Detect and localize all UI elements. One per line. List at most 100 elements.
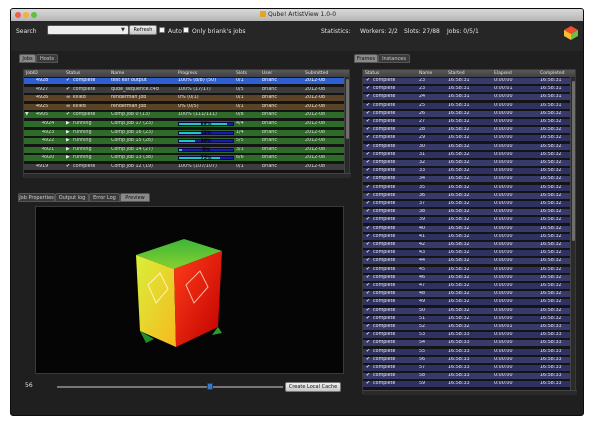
- frame-row[interactable]: ✔ complete 47 16:58:32 0:00:00 16:58:32: [363, 283, 570, 289]
- frame-row[interactable]: ✔ complete 53 16:58:33 0:00:00 16:58:33: [363, 332, 570, 339]
- frame-row[interactable]: ✔ complete 55 16:58:33 0:00:00 16:58:33: [363, 348, 570, 355]
- tab-job-properties[interactable]: Job Properties: [18, 193, 55, 202]
- col-frame-status[interactable]: Status: [365, 71, 379, 76]
- job-table-row[interactable]: 4927 ✔ complete qube_sequence.c4d 100% (17/1…: [24, 86, 344, 93]
- frame-row[interactable]: ✔ complete 50 16:58:32 0:00:00 16:58:32: [363, 307, 570, 314]
- frame-completed: 16:58:32: [540, 258, 562, 264]
- frame-row[interactable]: ✔ complete 35 16:58:32 0:00:00 16:58:32: [363, 184, 570, 191]
- tab-hosts[interactable]: Hosts: [36, 54, 58, 63]
- job-table-row[interactable]: 4923 ▶ running Comp Job 16 (23) 43% 1/4 brianc…: [24, 129, 344, 136]
- frame-row[interactable]: ✔ complete 32 16:58:32 0:00:00 16:58:32: [363, 160, 570, 166]
- frame-row[interactable]: ✔ complete 28 16:58:32 0:00:00 16:58:32: [363, 127, 570, 134]
- frame-row[interactable]: ✔ complete 48 16:58:32 0:00:00 16:58:32: [363, 291, 570, 298]
- col-progress[interactable]: Progress: [178, 71, 197, 76]
- frame-name: 32: [419, 160, 426, 165]
- frame-row[interactable]: ✔ complete 57 16:58:33 0:00:00 16:58:33: [363, 365, 570, 371]
- tab-preview[interactable]: Preview: [120, 193, 150, 202]
- job-user: brianc: [262, 78, 277, 83]
- frame-row[interactable]: ✔ complete 25 16:58:31 0:00:00 16:58:31: [363, 102, 570, 109]
- frame-row[interactable]: ✔ complete 29 16:58:32 0:00:00 16:58:32: [363, 135, 570, 142]
- frame-name: 55: [419, 348, 426, 354]
- frame-elapsed: 0:00:00: [494, 258, 513, 264]
- frame-row[interactable]: ✔ complete 23 16:58:31 0:00:00 16:58:31: [363, 78, 570, 84]
- frame-elapsed: 0:00:00: [494, 225, 513, 231]
- frame-row[interactable]: ✔ complete 38 16:58:32 0:00:00 16:58:32: [363, 209, 570, 216]
- frame-row[interactable]: ✔ complete 33 16:58:32 0:00:00 16:58:32: [363, 168, 570, 175]
- frame-row[interactable]: ✔ complete 49 16:58:32 0:00:00 16:58:32: [363, 299, 570, 306]
- frames-hscroll[interactable]: [363, 390, 577, 395]
- col-status[interactable]: Status: [66, 71, 80, 76]
- only-mine-checkbox[interactable]: [183, 27, 189, 33]
- frame-row[interactable]: ✔ complete 52 16:58:32 0:00:01 16:58:33: [363, 324, 570, 330]
- col-frame-name[interactable]: Name: [419, 71, 432, 76]
- job-table-row[interactable]: 4919 ✔ complete Comp Job 12 (19) 100% (107/1…: [24, 164, 344, 170]
- frame-row[interactable]: ✔ complete 54 16:58:33 0:00:00 16:58:33: [363, 340, 570, 347]
- frame-row[interactable]: ✔ complete 23 16:58:31 0:00:01 16:58:31: [363, 86, 570, 93]
- search-dropdown-icon[interactable]: ▼: [121, 27, 125, 33]
- job-table-row[interactable]: 4921 ▶ running Comp Job 14 (27) 5% 3/1 brianc 2…: [24, 146, 344, 153]
- job-table-hscroll[interactable]: [24, 173, 351, 178]
- frame-row[interactable]: ✔ complete 34 16:58:32 0:00:00 16:58:32: [363, 176, 570, 183]
- refresh-button[interactable]: Refresh: [129, 25, 157, 35]
- frame-slider-knob[interactable]: [207, 383, 213, 390]
- col-name[interactable]: Name: [111, 71, 124, 76]
- frame-row[interactable]: ✔ complete 59 16:58:33 0:00:00 16:58:33: [363, 381, 570, 388]
- expand-toggle-icon[interactable]: ▼: [25, 112, 29, 118]
- job-table-row[interactable]: 4925 ☠ killed renderman Job 0% (0/5) 0/1 brian…: [24, 103, 344, 110]
- frame-status: complete: [373, 242, 396, 247]
- col-frame-completed[interactable]: Completed: [540, 71, 565, 76]
- frame-row[interactable]: ✔ complete 37 16:58:32 0:00:00 16:58:32: [363, 201, 570, 207]
- frame-status: complete: [373, 201, 396, 206]
- frame-row[interactable]: ✔ complete 39 16:58:32 0:00:00 16:58:32: [363, 217, 570, 224]
- title-bar: Qube! ArtistView 1.0-0: [11, 9, 583, 21]
- frame-status: complete: [373, 258, 396, 264]
- frame-row[interactable]: ✔ complete 40 16:58:32 0:00:00 16:58:32: [363, 225, 570, 232]
- frame-started: 16:58:32: [448, 324, 470, 329]
- col-jobid[interactable]: JobID: [26, 71, 38, 76]
- frame-row[interactable]: ✔ complete 31 16:58:32 0:00:00 16:58:32: [363, 151, 570, 158]
- job-table-vscroll[interactable]: [344, 77, 349, 173]
- frame-row[interactable]: ✔ complete 45 16:58:32 0:00:00 16:58:32: [363, 266, 570, 273]
- tab-error-log[interactable]: Error Log: [89, 193, 120, 202]
- frame-row[interactable]: ✔ complete 58 16:58:33 0:00:00 16:58:33: [363, 373, 570, 380]
- col-user[interactable]: User: [262, 71, 272, 76]
- create-local-cache-button[interactable]: Create Local Cache: [285, 382, 341, 392]
- frame-row[interactable]: ✔ complete 46 16:58:32 0:00:00 16:58:32: [363, 274, 570, 281]
- col-submitted[interactable]: Submitted: [305, 71, 328, 76]
- tab-jobs[interactable]: Jobs: [19, 54, 36, 63]
- auto-checkbox[interactable]: [159, 27, 165, 33]
- job-table-row[interactable]: ▼ 4905 ✔ complete Comp Job 0 (13) 100% (111/1…: [24, 112, 344, 119]
- job-table-row[interactable]: 4922 ▶ running Comp Job 15 (28) 30% 5/5 brianc…: [24, 138, 344, 145]
- frame-row[interactable]: ✔ complete 36 16:58:32 0:00:00 16:58:32: [363, 192, 570, 199]
- col-slots[interactable]: Slots: [236, 71, 247, 76]
- job-table-row[interactable]: 4924 ▶ running Comp Job 17 (23) 89% 4/4 brianc…: [24, 121, 344, 127]
- job-table-row[interactable]: 4928 ✔ complete test exr output 100% (8/8) (…: [24, 78, 344, 84]
- frame-row[interactable]: ✔ complete 44 16:58:32 0:00:00 16:58:32: [363, 258, 570, 265]
- tab-output-log[interactable]: Output log: [55, 193, 89, 202]
- job-status: running: [73, 121, 92, 126]
- job-table-row[interactable]: 4920 ▶ running Comp Job 13 (38) 75% 6/6 brianc…: [24, 155, 344, 162]
- frame-row[interactable]: ✔ complete 51 16:58:32 0:00:00 16:58:32: [363, 315, 570, 322]
- frame-row[interactable]: ✔ complete 56 16:58:33 0:00:00 16:58:33: [363, 356, 570, 363]
- search-input[interactable]: [47, 25, 129, 35]
- frame-row[interactable]: ✔ complete 41 16:58:32 0:00:00 16:58:32: [363, 233, 570, 240]
- frame-row[interactable]: ✔ complete 26 16:58:32 0:00:00 16:58:32: [363, 110, 570, 117]
- checkmark-icon: ✔: [366, 127, 371, 133]
- job-table-row[interactable]: 4926 ☠ killed renderman Job 0% (0/1) 0/1 brian…: [24, 95, 344, 102]
- frames-vscroll-thumb[interactable]: [572, 81, 575, 241]
- job-table-vscroll-thumb[interactable]: [346, 79, 349, 139]
- frame-row[interactable]: ✔ complete 43 16:58:32 0:00:00 16:58:32: [363, 250, 570, 257]
- job-slots: 5/5: [236, 138, 244, 144]
- frames-vscroll[interactable]: [570, 77, 575, 390]
- frame-row[interactable]: ✔ complete 30 16:58:32 0:00:00 16:58:32: [363, 143, 570, 150]
- frame-row[interactable]: ✔ complete 27 16:58:32 0:00:00 16:58:32: [363, 119, 570, 125]
- frame-row[interactable]: ✔ complete 42 16:58:32 0:00:00 16:58:32: [363, 242, 570, 248]
- tab-instances[interactable]: Instances: [378, 54, 410, 63]
- frame-name: 46: [419, 274, 426, 280]
- col-frame-elapsed[interactable]: Elapsed: [494, 71, 512, 76]
- col-frame-started[interactable]: Started: [448, 71, 465, 76]
- frame-row[interactable]: ✔ complete 24 16:58:31 0:00:00 16:58:31: [363, 94, 570, 101]
- job-id: 4924: [42, 121, 55, 126]
- tab-frames[interactable]: Frames: [354, 54, 378, 63]
- frame-slider[interactable]: [57, 386, 283, 388]
